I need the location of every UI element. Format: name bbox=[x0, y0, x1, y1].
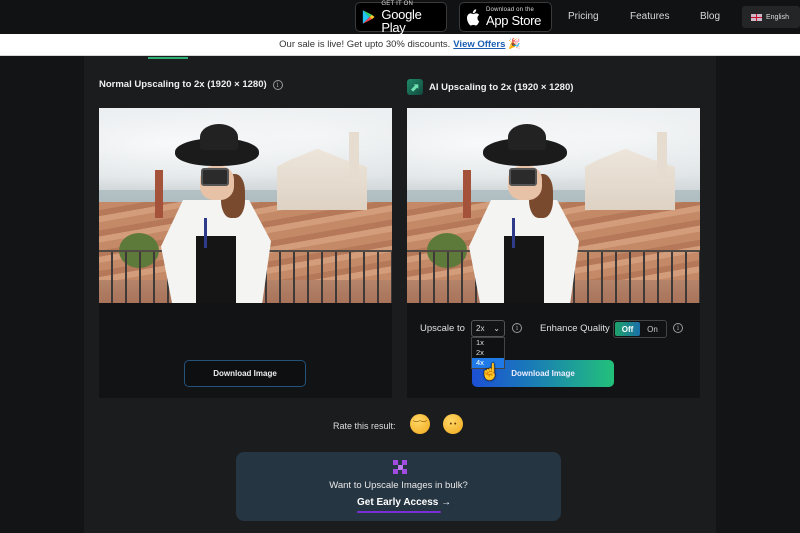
uk-flag-icon bbox=[751, 13, 762, 21]
enhance-quality-toggle[interactable]: Off On bbox=[613, 320, 667, 338]
sad-face-icon[interactable]: ︶︶ bbox=[410, 414, 430, 434]
upscale-to-label: Upscale to bbox=[420, 323, 465, 334]
app-store-button[interactable]: Download on the App Store bbox=[459, 2, 552, 32]
upscale-select-value: 2x bbox=[476, 324, 485, 333]
rate-label: Rate this result: bbox=[333, 421, 396, 431]
language-selector[interactable]: English bbox=[742, 6, 800, 28]
enhance-quality-label: Enhance Quality bbox=[540, 323, 610, 334]
normal-upscaled-image bbox=[99, 108, 392, 303]
ai-upscale-icon: ⬈ bbox=[407, 79, 423, 95]
google-play-big: Google Play bbox=[381, 6, 422, 35]
get-early-access-link[interactable]: Get Early Access → bbox=[357, 497, 451, 508]
language-label: English bbox=[766, 13, 789, 21]
google-play-button[interactable]: GET IT ON Google Play bbox=[355, 0, 447, 35]
sale-banner: Our sale is live! Get upto 30% discounts… bbox=[0, 34, 800, 56]
bulk-text: Want to Upscale Images in bulk? bbox=[329, 480, 468, 491]
banner-text: Our sale is live! Get upto 30% discounts… bbox=[279, 39, 451, 50]
enhance-info-icon[interactable]: i bbox=[673, 323, 683, 333]
active-tab-indicator bbox=[148, 57, 188, 59]
upscale-select[interactable]: 2x ⌄ bbox=[471, 320, 505, 337]
app-store-big: App Store bbox=[486, 13, 542, 28]
ai-upscaling-title: ⬈ AI Upscaling to 2x (1920 × 1280) bbox=[407, 79, 573, 95]
early-access-underline bbox=[357, 511, 441, 513]
neutral-face-icon[interactable]: • • bbox=[443, 414, 463, 434]
top-nav: GET IT ON Google Play Download on the Ap… bbox=[0, 0, 800, 34]
google-play-icon bbox=[362, 10, 375, 24]
toggle-on[interactable]: On bbox=[640, 322, 665, 336]
bulk-grid-icon bbox=[393, 460, 407, 474]
view-offers-link[interactable]: View Offers bbox=[453, 39, 505, 50]
hand-cursor-icon: ☝ bbox=[480, 364, 500, 381]
nav-pricing[interactable]: Pricing bbox=[568, 11, 599, 22]
normal-download-button[interactable]: Download Image bbox=[184, 360, 306, 387]
toggle-off[interactable]: Off bbox=[615, 322, 640, 336]
apple-icon bbox=[467, 8, 480, 26]
google-play-small: GET IT ON bbox=[381, 0, 413, 7]
ai-upscaled-image bbox=[407, 108, 700, 303]
upscale-option-2x[interactable]: 2x bbox=[472, 348, 504, 358]
normal-title-text: Normal Upscaling to 2x (1920 × 1280) bbox=[99, 79, 267, 90]
upscale-option-1x[interactable]: 1x bbox=[472, 338, 504, 348]
ai-title-text: AI Upscaling to 2x (1920 × 1280) bbox=[429, 81, 574, 93]
party-icon: 🎉 bbox=[508, 39, 521, 50]
chevron-down-icon: ⌄ bbox=[493, 324, 500, 333]
normal-result-card bbox=[99, 108, 392, 398]
upscale-info-icon[interactable]: i bbox=[512, 323, 522, 333]
info-icon[interactable]: i bbox=[272, 79, 283, 90]
nav-blog[interactable]: Blog bbox=[700, 11, 720, 22]
ai-result-card bbox=[407, 108, 700, 398]
normal-upscaling-title: Normal Upscaling to 2x (1920 × 1280) i bbox=[99, 79, 283, 90]
nav-features[interactable]: Features bbox=[630, 11, 669, 22]
